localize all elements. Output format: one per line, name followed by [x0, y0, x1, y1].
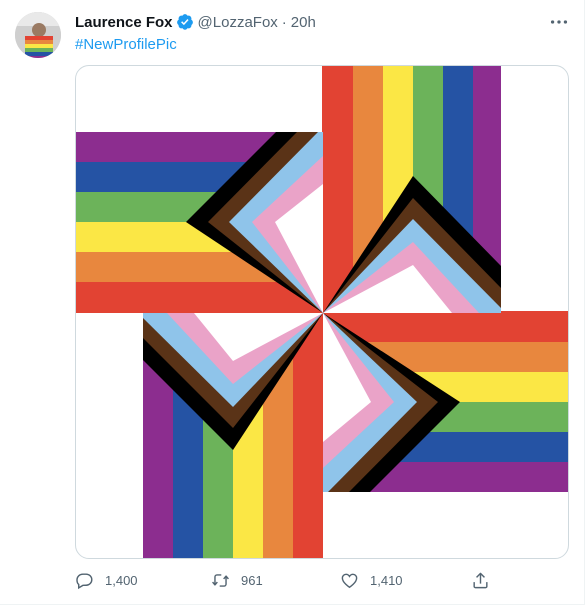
- verified-badge-icon: [176, 14, 193, 30]
- author-name[interactable]: Laurence Fox: [75, 14, 173, 31]
- share-icon: [473, 572, 488, 588]
- tweet-card[interactable]: Laurence Fox @LozzaFox · 20h #NewProfile…: [0, 0, 585, 605]
- avatar[interactable]: [15, 12, 61, 58]
- hashtag-link[interactable]: #NewProfilePic: [75, 36, 177, 53]
- tweet-header: Laurence Fox @LozzaFox · 20h: [75, 11, 316, 33]
- tweet-timestamp[interactable]: 20h: [291, 14, 316, 31]
- retweet-icon: [212, 573, 229, 587]
- more-options-icon[interactable]: [548, 11, 570, 33]
- separator-dot: ·: [281, 13, 287, 31]
- like-count: 1,410: [370, 572, 403, 588]
- tweet-actions-bar: 1,400 961 1,410: [75, 568, 495, 592]
- retweet-count: 961: [241, 572, 263, 588]
- reply-count: 1,400: [105, 572, 138, 588]
- reply-icon: [76, 572, 93, 589]
- like-button[interactable]: 1,410: [340, 568, 403, 592]
- progress-pride-pinwheel-graphic: [76, 66, 568, 558]
- share-button[interactable]: [471, 568, 501, 592]
- reply-button[interactable]: 1,400: [75, 568, 138, 592]
- avatar-image: [15, 12, 61, 58]
- heart-icon: [341, 573, 358, 588]
- tweet-media-image[interactable]: [75, 65, 569, 559]
- retweet-button[interactable]: 961: [211, 568, 263, 592]
- author-handle[interactable]: @LozzaFox: [198, 14, 278, 31]
